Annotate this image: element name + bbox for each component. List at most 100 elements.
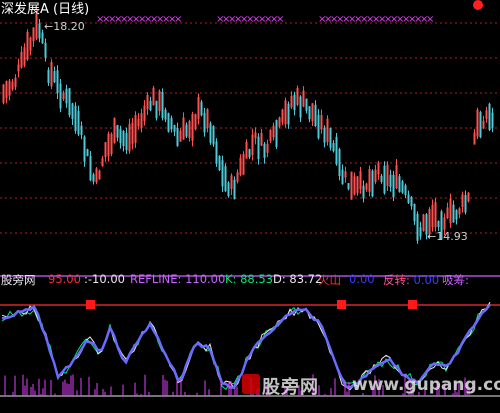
candle-body bbox=[260, 132, 263, 146]
candle-body bbox=[443, 217, 446, 230]
candle-body bbox=[458, 208, 461, 215]
candle-body bbox=[347, 183, 350, 190]
candle-body bbox=[191, 113, 194, 141]
candle-body bbox=[188, 121, 191, 138]
candle-body bbox=[359, 171, 362, 190]
candle-body bbox=[212, 126, 215, 145]
candle-body bbox=[269, 129, 272, 142]
candle-body bbox=[110, 134, 113, 155]
candle-body bbox=[158, 90, 161, 112]
candle-body bbox=[419, 227, 422, 237]
candle-body bbox=[209, 123, 212, 143]
candlestick-chart[interactable]: ×××××××××××××× ××××××××××× ×××××××××××××××… bbox=[0, 0, 500, 268]
candle-body bbox=[239, 157, 242, 176]
candle-body bbox=[26, 31, 29, 60]
candle-body bbox=[5, 81, 8, 99]
candle-body bbox=[44, 42, 47, 58]
candle-body bbox=[395, 164, 398, 189]
candle-body bbox=[392, 174, 395, 198]
candle-body bbox=[89, 156, 92, 181]
candle-body bbox=[485, 110, 488, 119]
candle-body bbox=[350, 171, 353, 200]
signal-square-icon bbox=[86, 300, 95, 309]
candle-body bbox=[146, 94, 149, 110]
candle-body bbox=[203, 112, 206, 133]
candle-body bbox=[353, 176, 356, 195]
candle-body bbox=[224, 166, 227, 192]
candle-body bbox=[389, 174, 392, 188]
value-d: D: 83.72 bbox=[273, 272, 323, 286]
candle-body bbox=[398, 176, 401, 192]
signal-marker: × bbox=[276, 14, 284, 25]
candle-body bbox=[473, 132, 476, 145]
candle-body bbox=[128, 124, 131, 152]
candle-body bbox=[326, 118, 329, 143]
candle-body bbox=[170, 117, 173, 130]
candle-body bbox=[167, 113, 170, 132]
candle-body bbox=[149, 100, 152, 111]
candle-body bbox=[176, 127, 179, 147]
candle-body bbox=[281, 109, 284, 123]
candle-body bbox=[368, 169, 371, 192]
value-volcano: 0.00 bbox=[349, 272, 375, 286]
candle-body bbox=[182, 117, 185, 140]
candle-body bbox=[74, 105, 77, 131]
candle-body bbox=[341, 169, 344, 185]
candle-body bbox=[356, 176, 359, 193]
candle-body bbox=[152, 87, 155, 106]
candle-body bbox=[140, 113, 143, 128]
chart-title: 深发展A (日线) bbox=[1, 2, 90, 17]
candle-body bbox=[302, 90, 305, 107]
candle-body bbox=[404, 185, 407, 195]
candle-body bbox=[296, 87, 299, 105]
price-chart-panel[interactable]: × × × × × × × × × × × × × × × × × × × × × × × × × × × × × × × × × × × × × × × ×… bbox=[0, 0, 500, 268]
candle-body bbox=[266, 143, 269, 153]
candle-body bbox=[332, 143, 335, 152]
candle-body bbox=[344, 171, 347, 178]
candle-body bbox=[278, 117, 281, 127]
candle-body bbox=[233, 179, 236, 200]
candle-body bbox=[374, 169, 377, 183]
candle-body bbox=[86, 149, 89, 157]
candle-body bbox=[113, 117, 116, 144]
indicator-name: 股旁网 bbox=[1, 273, 36, 287]
candle-body bbox=[155, 100, 158, 119]
candle-body bbox=[383, 165, 386, 194]
candle-body bbox=[311, 103, 314, 122]
signal-square-icon bbox=[337, 300, 346, 309]
candle-body bbox=[62, 92, 65, 100]
candle-body bbox=[272, 125, 275, 138]
candle-body bbox=[59, 83, 62, 109]
candle-body bbox=[80, 125, 83, 136]
candle-body bbox=[215, 141, 218, 164]
candle-body bbox=[446, 207, 449, 219]
candle-body bbox=[323, 127, 326, 143]
value-95: 95.00 bbox=[48, 272, 81, 286]
candle-body bbox=[335, 136, 338, 165]
candle-body bbox=[380, 175, 383, 182]
candle-body bbox=[2, 84, 5, 103]
low-price-label: ←14.93 bbox=[427, 230, 468, 243]
candle-body bbox=[134, 115, 137, 143]
candle-body bbox=[422, 214, 425, 232]
candle-body bbox=[464, 195, 467, 213]
watermark-logo-icon bbox=[242, 374, 260, 394]
candle-body bbox=[56, 70, 59, 94]
candle-body bbox=[491, 112, 494, 128]
candle-body bbox=[254, 132, 257, 139]
candle-body bbox=[467, 192, 470, 202]
candle-body bbox=[104, 142, 107, 158]
candle-body bbox=[173, 125, 176, 132]
candle-body bbox=[71, 103, 74, 120]
candle-body bbox=[401, 181, 404, 193]
candle-body bbox=[431, 204, 434, 228]
candle-body bbox=[194, 114, 197, 130]
candle-body bbox=[77, 111, 80, 135]
candle-body bbox=[47, 69, 50, 83]
candle-body bbox=[413, 203, 416, 222]
candle-body bbox=[329, 127, 332, 148]
candle-body bbox=[293, 94, 296, 111]
candle-body bbox=[14, 77, 17, 88]
candle-body bbox=[23, 47, 26, 66]
candle-body bbox=[365, 183, 368, 190]
